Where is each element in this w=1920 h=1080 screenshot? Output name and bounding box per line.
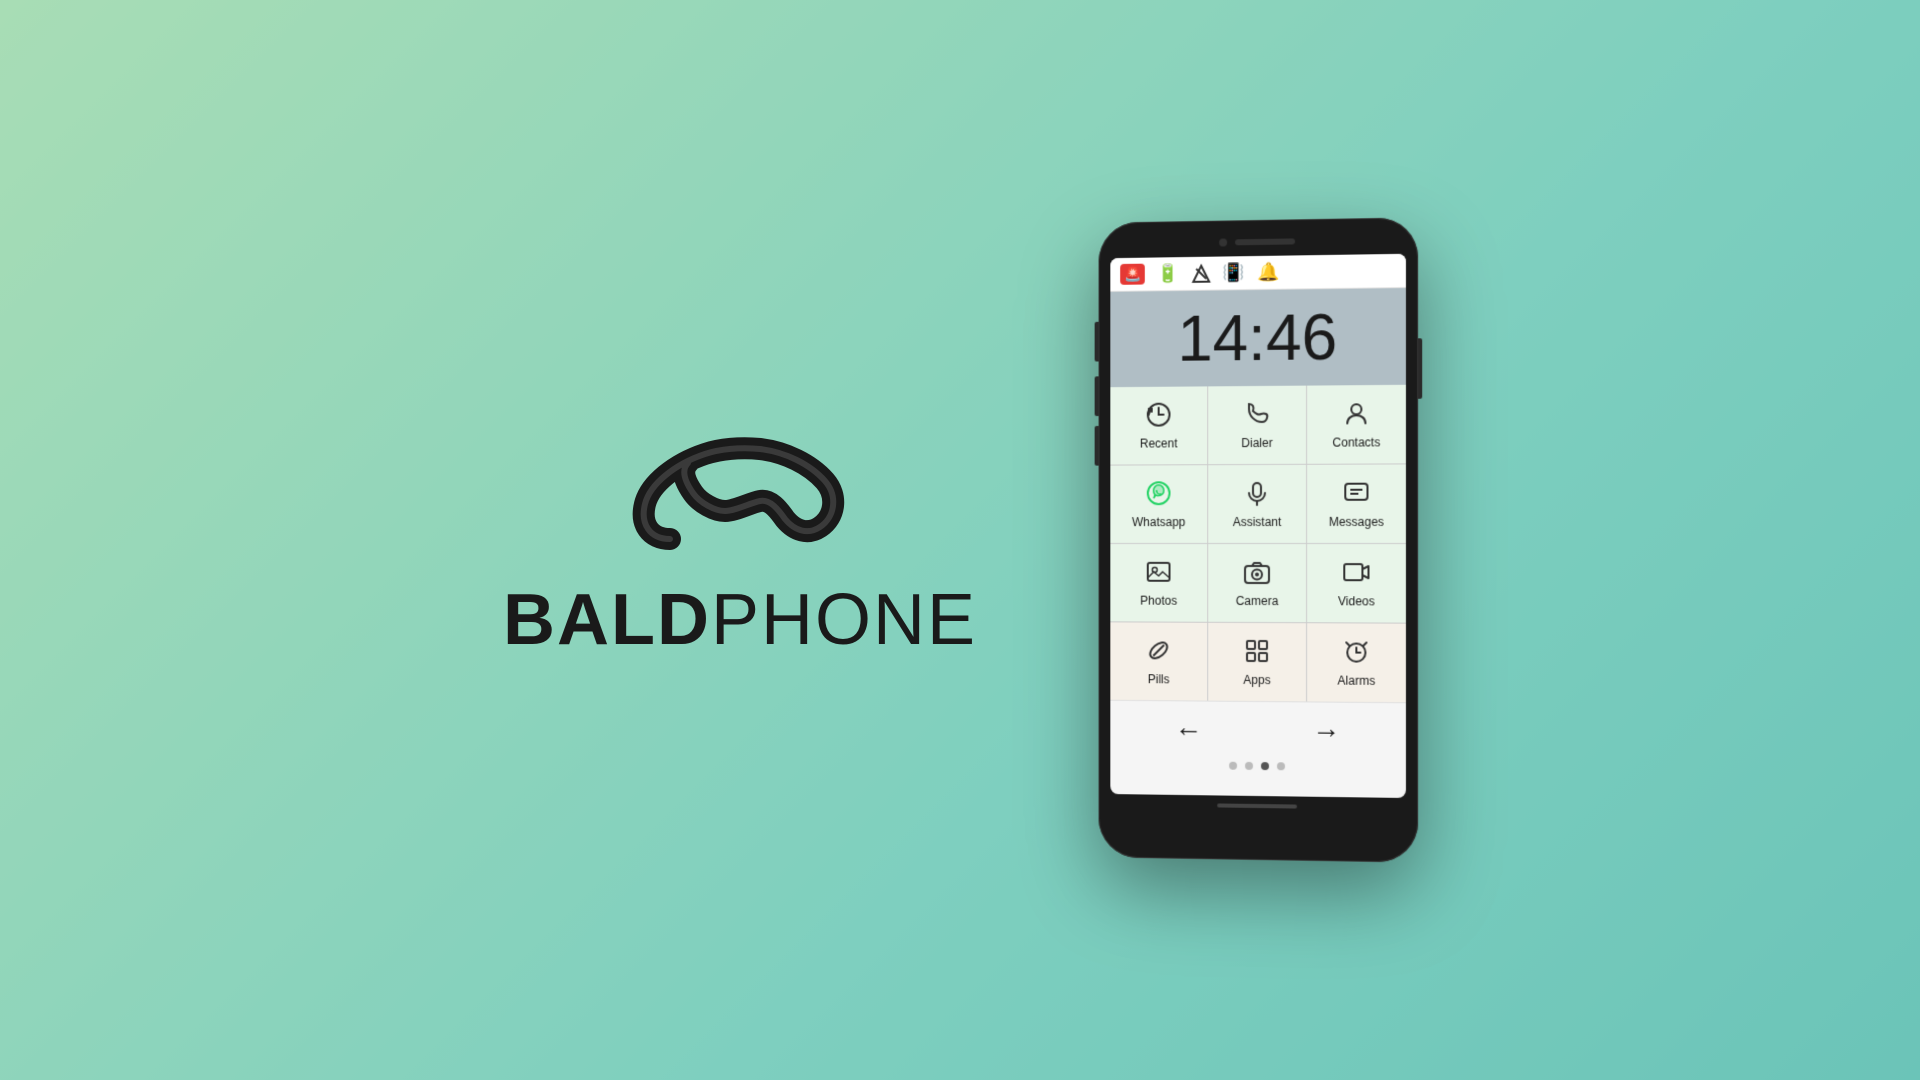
- app-cell-assistant[interactable]: Assistant: [1208, 465, 1306, 543]
- alarms-icon: [1342, 637, 1370, 669]
- dot-3-active: [1261, 762, 1269, 770]
- dot-4: [1277, 762, 1285, 770]
- app-cell-contacts[interactable]: Contacts: [1307, 385, 1406, 464]
- camera-icon: [1243, 558, 1271, 590]
- assistant-label: Assistant: [1233, 515, 1282, 529]
- dialer-icon: [1243, 400, 1271, 432]
- app-cell-recent[interactable]: Recent: [1110, 386, 1207, 464]
- sos-alarm-icon: 🚨: [1120, 264, 1145, 285]
- app-cell-apps[interactable]: Apps: [1208, 623, 1306, 702]
- earpiece: [1235, 238, 1295, 245]
- front-camera: [1219, 238, 1227, 246]
- power-button[interactable]: [1418, 338, 1422, 399]
- app-cell-dialer[interactable]: Dialer: [1208, 386, 1306, 465]
- clock-area: 14:46: [1110, 288, 1406, 387]
- app-cell-pills[interactable]: Pills: [1110, 622, 1207, 700]
- page-indicator: [1110, 752, 1406, 780]
- clock-display: 14:46: [1126, 304, 1390, 371]
- logo-section: BALDPHONE: [503, 419, 977, 661]
- messages-icon: [1342, 479, 1370, 511]
- phone-logo-icon: [620, 419, 860, 559]
- apps-label: Apps: [1243, 673, 1270, 687]
- volume-down-button[interactable]: [1095, 376, 1099, 416]
- app-cell-camera[interactable]: Camera: [1208, 544, 1306, 622]
- pills-label: Pills: [1148, 672, 1170, 686]
- recent-icon: [1145, 401, 1173, 433]
- navigation-row: ← →: [1110, 700, 1406, 756]
- assistant-icon: [1243, 479, 1271, 511]
- brand-name: BALDPHONE: [503, 579, 977, 661]
- app-cell-messages[interactable]: Messages: [1307, 464, 1406, 543]
- alarms-label: Alarms: [1338, 674, 1376, 688]
- app-grid: Recent Dialer: [1110, 385, 1406, 702]
- app-cell-photos[interactable]: Photos: [1110, 544, 1207, 622]
- back-button[interactable]: ←: [1174, 711, 1202, 743]
- home-bar[interactable]: [1217, 803, 1297, 808]
- videos-label: Videos: [1338, 594, 1375, 608]
- pills-icon: [1145, 636, 1173, 668]
- app-cell-videos[interactable]: Videos: [1307, 544, 1406, 623]
- contacts-icon: [1342, 399, 1370, 431]
- phone-bottom-bar: [1110, 794, 1406, 814]
- dot-1: [1229, 762, 1237, 770]
- no-signal-icon: [1191, 263, 1211, 283]
- videos-icon: [1342, 558, 1370, 590]
- whatsapp-label: Whatsapp: [1132, 515, 1185, 529]
- recent-label: Recent: [1140, 436, 1178, 450]
- silent-button[interactable]: [1095, 426, 1099, 466]
- bell-icon: 🔔: [1257, 262, 1279, 283]
- contacts-label: Contacts: [1333, 435, 1381, 449]
- apps-icon: [1243, 637, 1271, 669]
- vibrate-icon: 📳: [1223, 262, 1245, 283]
- page-container: BALDPHONE 🚨 🔋 📳 🔔: [0, 0, 1920, 1080]
- camera-label: Camera: [1236, 594, 1279, 608]
- volume-up-button[interactable]: [1095, 322, 1099, 362]
- messages-label: Messages: [1329, 515, 1384, 529]
- forward-button[interactable]: →: [1312, 712, 1340, 744]
- app-cell-whatsapp[interactable]: Whatsapp: [1110, 465, 1207, 543]
- photos-label: Photos: [1140, 594, 1177, 608]
- whatsapp-icon: [1145, 479, 1173, 511]
- phone-mockup: 🚨 🔋 📳 🔔 14:46: [1099, 217, 1419, 862]
- dialer-label: Dialer: [1241, 436, 1272, 450]
- phone-screen: 🚨 🔋 📳 🔔 14:46: [1110, 254, 1406, 798]
- status-bar: 🚨 🔋 📳 🔔: [1110, 254, 1406, 292]
- app-cell-alarms[interactable]: Alarms: [1307, 623, 1406, 702]
- dot-2: [1245, 762, 1253, 770]
- battery-icon: 🔋: [1157, 263, 1179, 284]
- photos-icon: [1145, 558, 1173, 590]
